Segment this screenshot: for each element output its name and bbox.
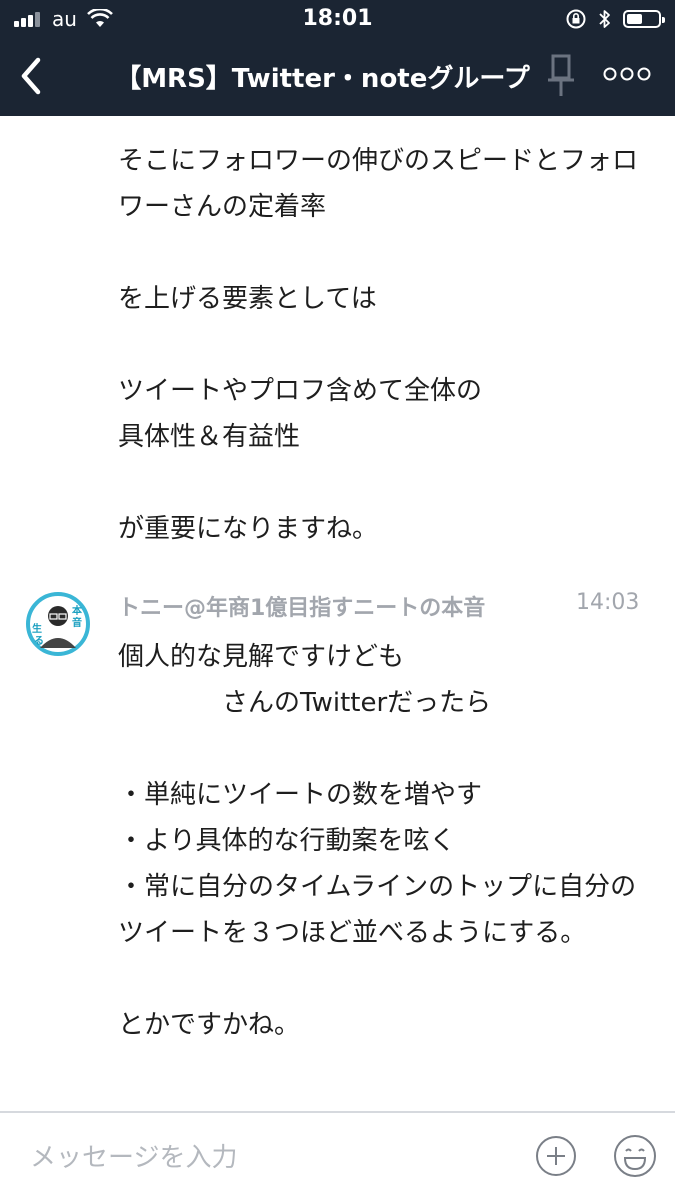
svg-text:本: 本 (72, 604, 83, 617)
message-text: そこにフォロワーの伸びのスピードとフォロワーさんの定着率 を上げる要素としては … (118, 146, 639, 544)
message-time: 14:03 (576, 590, 640, 615)
sender-name[interactable]: トニー@年商1億目指すニートの本音 (118, 590, 485, 622)
back-chevron-icon[interactable] (14, 54, 54, 98)
top-bar: au 18:01 【MRS】Twitter・noteグループ (0, 0, 675, 116)
pin-icon[interactable] (544, 52, 578, 100)
orientation-lock-icon (566, 9, 586, 29)
svg-text:る: る (34, 635, 44, 647)
message-input[interactable]: メッセージを入力 (30, 1137, 237, 1174)
sender-avatar[interactable]: 本 音 生 る (26, 592, 90, 656)
emoji-icon[interactable] (612, 1133, 658, 1179)
add-icon[interactable] (535, 1135, 577, 1177)
chat-area[interactable]: そこにフォロワーの伸びのスピードとフォロワーさんの定着率 を上げる要素としては … (0, 116, 675, 1111)
status-bar: au 18:01 (0, 0, 675, 38)
bluetooth-icon (599, 10, 610, 28)
chat-header: 【MRS】Twitter・noteグループ (0, 38, 675, 116)
message-input-bar: メッセージを入力 (0, 1111, 675, 1200)
chat-title: 【MRS】Twitter・noteグループ (115, 64, 530, 94)
message-text: 個人的な見解ですけども さんのTwitterだったら ・単純にツイートの数を増や… (118, 642, 637, 1040)
battery-icon (623, 10, 665, 28)
more-icon[interactable] (602, 64, 652, 84)
svg-text:音: 音 (72, 616, 82, 629)
svg-text:生: 生 (32, 622, 42, 635)
